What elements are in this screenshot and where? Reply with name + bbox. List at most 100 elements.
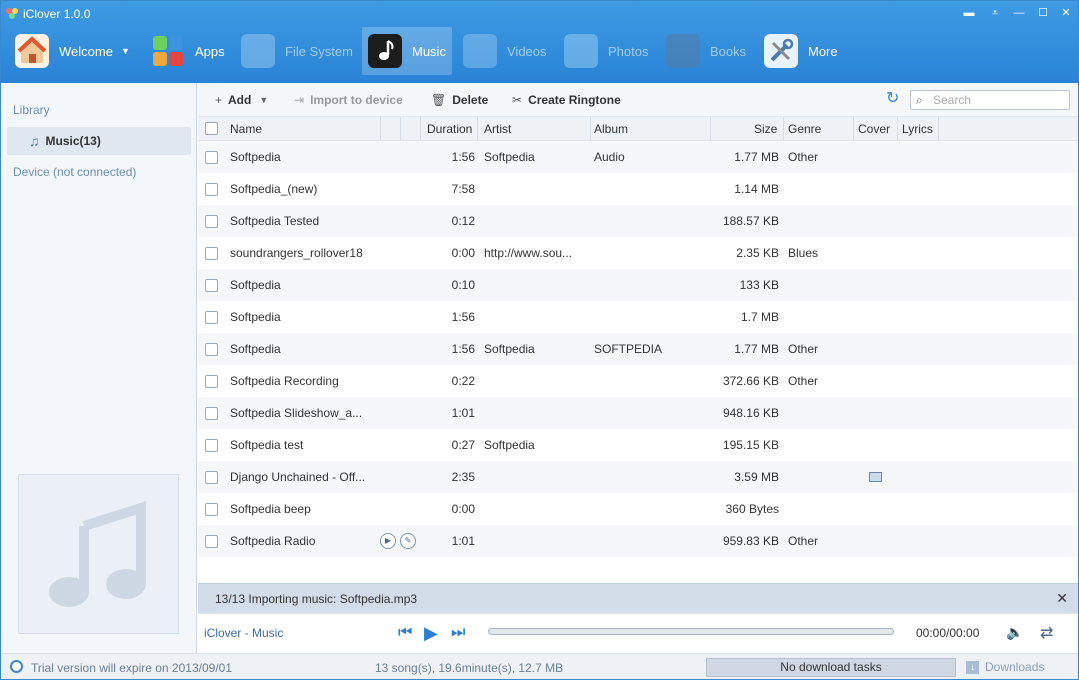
- cell-size: 195.15 KB: [722, 438, 779, 452]
- cell-duration: 0:22: [451, 374, 475, 388]
- edit-icon[interactable]: ✎: [400, 533, 416, 549]
- photo-icon: [564, 34, 598, 68]
- import-to-device-button[interactable]: ⇥ Import to device: [294, 93, 403, 107]
- table-row[interactable]: Softpedia_(new) 7:58 1.14 MB: [198, 173, 1078, 205]
- search-icon: ⌕: [916, 93, 923, 107]
- cell-name: soundrangers_rollover18: [230, 246, 363, 260]
- refresh-icon[interactable]: ↻: [886, 91, 902, 107]
- table-row[interactable]: Softpedia Tested 0:12 188.57 KB: [198, 205, 1078, 237]
- cell-size: 133 KB: [739, 278, 779, 292]
- row-checkbox[interactable]: [205, 407, 218, 420]
- search-placeholder: Search: [933, 93, 972, 107]
- menu-icon[interactable]: ⩡: [987, 6, 1003, 20]
- row-checkbox[interactable]: [205, 151, 218, 164]
- cell-genre: Other: [788, 342, 819, 356]
- volume-icon[interactable]: 🔈: [1006, 624, 1023, 641]
- delete-button[interactable]: 🗑 Delete: [431, 93, 488, 107]
- table-row[interactable]: Softpedia test 0:27 Softpedia 195.15 KB: [198, 429, 1078, 461]
- row-checkbox[interactable]: [205, 535, 218, 548]
- table-row[interactable]: soundrangers_rollover18 0:00 http://www.so…: [198, 237, 1078, 269]
- cell-name: Softpedia Slideshow_a...: [230, 406, 363, 420]
- nav-file-system[interactable]: File System: [241, 27, 353, 75]
- table-row[interactable]: Softpedia beep 0:00 360 Bytes: [198, 493, 1078, 525]
- downloads-label: Downloads: [985, 660, 1045, 674]
- home-icon: [15, 34, 49, 68]
- table-row[interactable]: Softpedia Recording 0:22 372.66 KB Other: [198, 365, 1078, 397]
- column-separator: [853, 117, 854, 141]
- sidebar-heading-device[interactable]: Device (not connected): [13, 165, 136, 179]
- minimize-icon[interactable]: —: [1011, 6, 1027, 20]
- cell-size: 1.77 MB: [734, 150, 779, 164]
- cell-duration: 0:00: [451, 502, 475, 516]
- cell-size: 948.16 KB: [722, 406, 779, 420]
- create-ringtone-button[interactable]: ✂ Create Ringtone: [512, 93, 621, 107]
- nav-books[interactable]: Books: [666, 27, 746, 75]
- row-checkbox[interactable]: [205, 183, 218, 196]
- nav-label: File System: [285, 43, 353, 59]
- column-genre[interactable]: Genre: [788, 122, 821, 136]
- table-row[interactable]: Softpedia Radio 1:01 959.83 KB Other ▶ ✎: [198, 525, 1078, 557]
- table-row[interactable]: Django Unchained - Off... 2:35 3.59 MB: [198, 461, 1078, 493]
- video-icon: [463, 34, 497, 68]
- nav-videos[interactable]: Videos: [463, 27, 547, 75]
- close-icon[interactable]: ✕: [1056, 590, 1068, 607]
- play-icon[interactable]: ▶: [424, 624, 438, 642]
- nav-label: Welcome: [59, 43, 113, 59]
- column-cover[interactable]: Cover: [858, 122, 890, 136]
- column-name[interactable]: Name: [230, 122, 262, 136]
- row-checkbox[interactable]: [205, 311, 218, 324]
- library-summary: 13 song(s), 19.6minute(s), 12.7 MB: [375, 661, 564, 675]
- row-checkbox[interactable]: [205, 215, 218, 228]
- playback-progress-slider[interactable]: [488, 628, 894, 635]
- cell-duration: 0:27: [451, 438, 475, 452]
- column-separator: [420, 117, 421, 141]
- nav-more[interactable]: More: [764, 27, 838, 75]
- cell-name: Softpedia_(new): [230, 182, 318, 196]
- maximize-icon[interactable]: ☐: [1035, 6, 1051, 20]
- select-all-checkbox[interactable]: [205, 122, 218, 135]
- row-checkbox[interactable]: [205, 439, 218, 452]
- cell-album: SOFTPEDIA: [594, 342, 663, 356]
- table-row[interactable]: Softpedia 1:56 1.7 MB: [198, 301, 1078, 333]
- app-title: iClover 1.0.0: [23, 7, 91, 21]
- row-checkbox[interactable]: [205, 343, 218, 356]
- column-artist[interactable]: Artist: [484, 122, 511, 136]
- nav-apps[interactable]: Apps: [151, 27, 225, 75]
- music-note-icon: [48, 501, 146, 607]
- sidebar-item-music[interactable]: ♫ Music(13): [7, 127, 191, 155]
- cell-name: Softpedia: [230, 150, 281, 164]
- import-status-bar: 13/13 Importing music: Softpedia.mp3 ✕: [198, 583, 1078, 613]
- cell-duration: 1:56: [451, 310, 475, 324]
- clock-icon: [10, 660, 23, 673]
- cell-name: Softpedia beep: [230, 502, 311, 516]
- row-checkbox[interactable]: [205, 503, 218, 516]
- row-checkbox[interactable]: [205, 279, 218, 292]
- table-row[interactable]: Softpedia 1:56 Softpedia SOFTPEDIA 1.77 MB Ot…: [198, 333, 1078, 365]
- search-input[interactable]: ⌕ Search: [910, 90, 1070, 110]
- nav-music[interactable]: Music: [362, 27, 452, 75]
- row-checkbox[interactable]: [205, 471, 218, 484]
- cell-genre: Blues: [788, 246, 819, 260]
- play-icon[interactable]: ▶: [380, 533, 396, 549]
- table-row[interactable]: Softpedia 0:10 133 KB: [198, 269, 1078, 301]
- add-button[interactable]: + Add ▼: [215, 93, 268, 107]
- close-icon[interactable]: ✕: [1058, 6, 1074, 20]
- table-row[interactable]: Softpedia 1:56 Softpedia Audio 1.77 MB Other: [198, 141, 1078, 173]
- cover-image-icon[interactable]: [869, 472, 882, 482]
- nav-photos[interactable]: Photos: [564, 27, 648, 75]
- cell-size: 1.7 MB: [740, 310, 779, 324]
- cell-duration: 2:35: [451, 470, 475, 484]
- row-checkbox[interactable]: [205, 247, 218, 260]
- next-track-icon[interactable]: ⏭: [451, 624, 465, 642]
- table-row[interactable]: Softpedia Slideshow_a... 1:01 948.16 KB: [198, 397, 1078, 429]
- feedback-icon[interactable]: ▬: [961, 6, 977, 20]
- row-checkbox[interactable]: [205, 375, 218, 388]
- repeat-icon[interactable]: ⇄: [1040, 623, 1053, 643]
- nav-welcome[interactable]: Welcome ▼: [15, 27, 133, 75]
- column-size[interactable]: Size: [754, 122, 777, 136]
- column-duration[interactable]: Duration: [427, 122, 472, 136]
- column-lyrics[interactable]: Lyrics: [902, 122, 933, 136]
- column-album[interactable]: Album: [594, 122, 628, 136]
- downloads-button[interactable]: ↓ Downloads: [966, 660, 1044, 674]
- previous-track-icon[interactable]: ⏮: [398, 624, 412, 642]
